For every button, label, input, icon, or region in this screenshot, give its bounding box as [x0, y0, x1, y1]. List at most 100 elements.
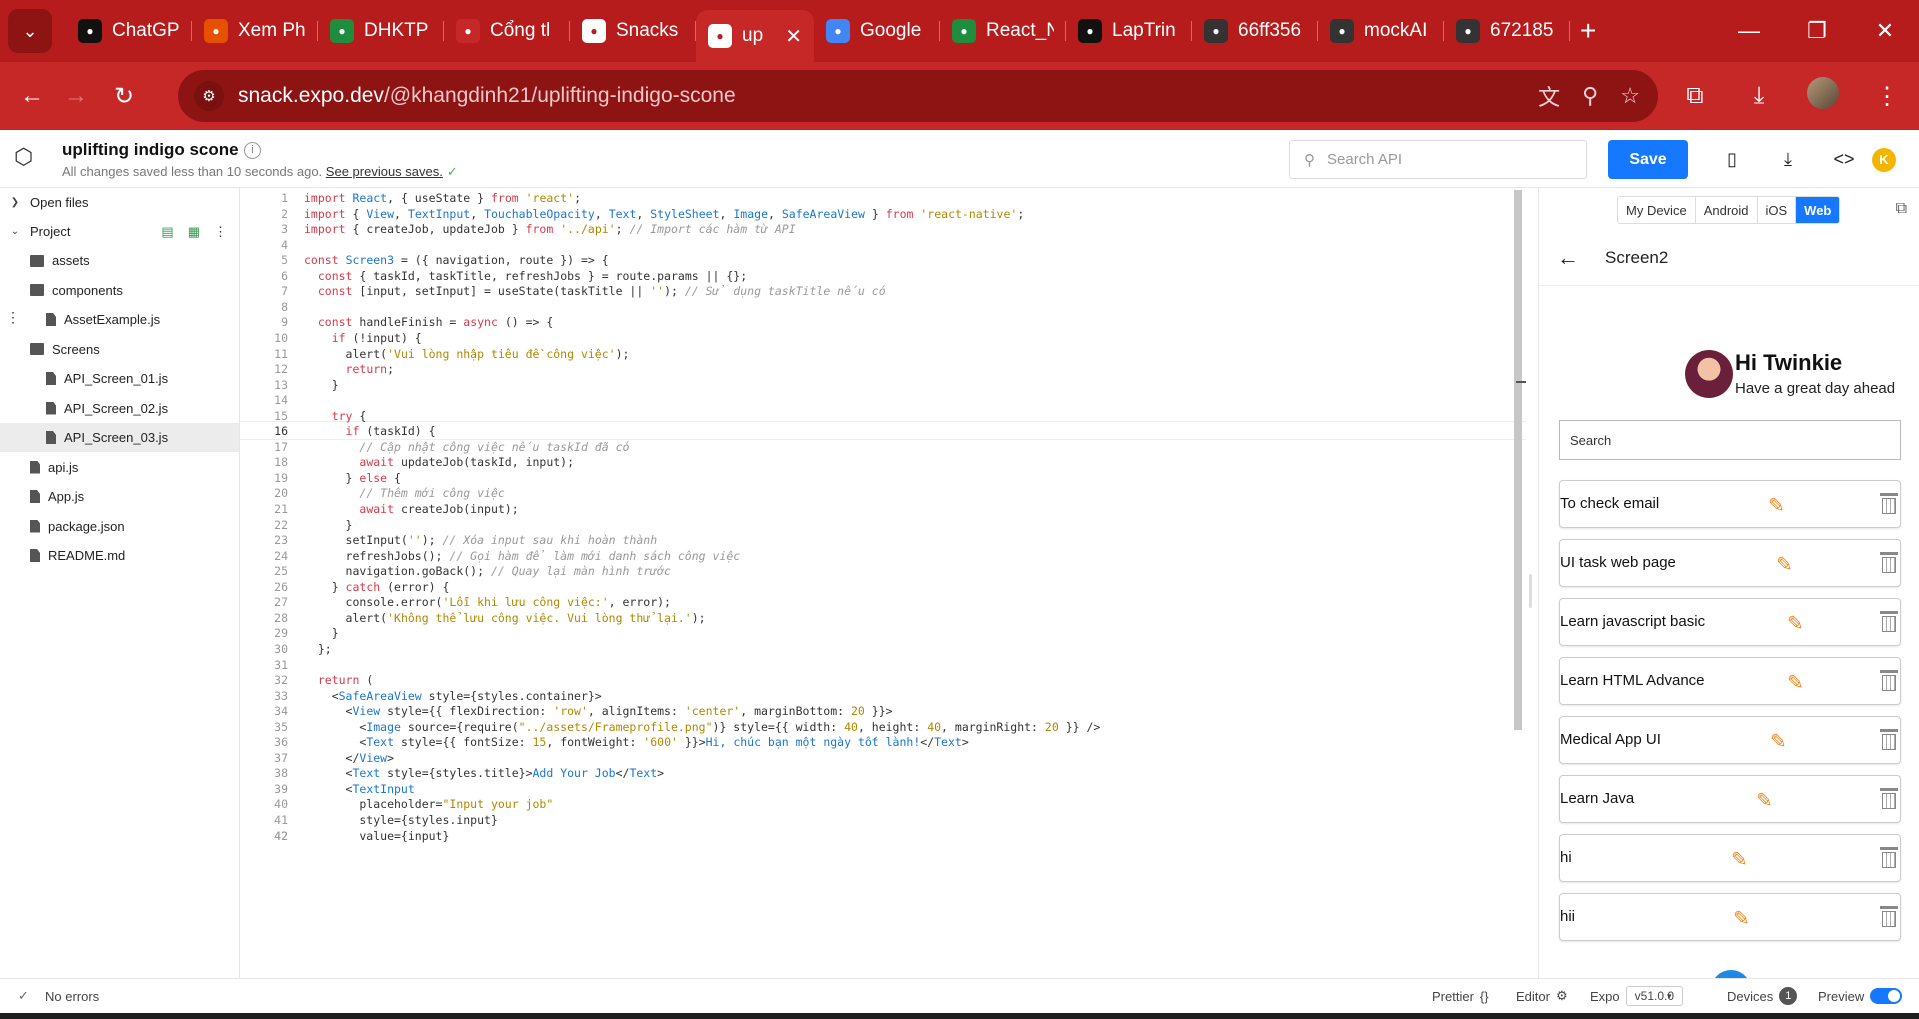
edit-pencil-icon[interactable]: ✎ [1770, 729, 1787, 754]
open-external-icon[interactable]: ⧉ [1896, 200, 1907, 218]
reload-icon[interactable]: ↻ [100, 82, 148, 111]
trash-icon[interactable] [1880, 729, 1898, 751]
edit-pencil-icon[interactable]: ✎ [1787, 611, 1804, 636]
file-item[interactable]: AssetExample.js [0, 305, 239, 334]
previous-saves-link[interactable]: See previous saves. [326, 164, 443, 179]
file-item[interactable]: App.js [0, 482, 239, 511]
device-qr-icon[interactable]: ▯ [1704, 149, 1760, 170]
browser-tab[interactable]: ● LapTrin [1066, 9, 1192, 53]
prettier-toggle[interactable]: Prettier{} [1432, 989, 1489, 1004]
job-item[interactable]: Learn Java ✎ [1559, 775, 1901, 823]
minimize-icon[interactable]: — [1715, 18, 1783, 44]
code-line[interactable]: } [304, 376, 339, 395]
job-item[interactable]: hi ✎ [1559, 834, 1901, 882]
edit-pencil-icon[interactable]: ✎ [1733, 906, 1750, 931]
editor-scrollbar[interactable] [1514, 190, 1522, 730]
code-line[interactable]: alert('Không thể lưu công việc. Vui lòng… [304, 609, 706, 628]
code-area[interactable]: import React, { useState } from 'react';… [304, 188, 1504, 978]
browser-tab[interactable]: ● ChatGP [66, 9, 192, 53]
device-tab[interactable]: Web [1796, 197, 1840, 223]
more-menu-icon[interactable]: ⋮ [1855, 82, 1919, 111]
file-item[interactable]: API_Screen_01.js [0, 364, 239, 393]
pane-resize-handle[interactable] [1529, 574, 1532, 608]
browser-tab[interactable]: ● React_N [940, 9, 1066, 53]
browser-tab[interactable]: ● up ✕ [696, 10, 814, 62]
save-button[interactable]: Save [1608, 140, 1688, 179]
profile-avatar[interactable] [1791, 76, 1855, 116]
file-item[interactable]: API_Screen_02.js [0, 394, 239, 423]
file-item[interactable]: README.md [0, 541, 239, 570]
browser-tab[interactable]: ● Google [814, 9, 940, 53]
new-tab-button[interactable]: + [1580, 15, 1596, 47]
zoom-icon[interactable]: ⚲ [1582, 83, 1598, 109]
download-icon[interactable]: ⤓ [1727, 82, 1791, 110]
edit-pencil-icon[interactable]: ✎ [1768, 493, 1785, 518]
job-item[interactable]: Medical App UI ✎ [1559, 716, 1901, 764]
forward-arrow-icon[interactable]: → [52, 82, 100, 110]
devices-button[interactable]: Devices 1 [1727, 987, 1798, 1005]
code-line[interactable]: <Text style={{ fontSize: 15, fontWeight:… [304, 733, 968, 752]
extensions-icon[interactable]: ⧉ [1663, 82, 1727, 110]
code-line[interactable]: value={input} [304, 827, 449, 846]
project-title[interactable]: uplifting indigo scone [62, 140, 239, 160]
project-section[interactable]: ⌄ Project ▤ ▦ ⋮ [0, 217, 239, 246]
browser-tab[interactable]: ● Xem Ph [192, 9, 318, 53]
bookmark-star-icon[interactable]: ☆ [1620, 83, 1640, 109]
back-arrow-icon[interactable]: ← [1557, 245, 1579, 271]
browser-tab[interactable]: ● Snacks [570, 9, 696, 53]
browser-tab[interactable]: ● 66ff356 [1192, 9, 1318, 53]
code-line[interactable]: }; [304, 640, 332, 659]
browser-tab[interactable]: ● Cổng tl [444, 9, 570, 53]
address-bar[interactable]: ⚙ snack.expo.dev/@khangdinh21/uplifting-… [178, 70, 1658, 122]
close-window-icon[interactable]: ✕ [1851, 18, 1919, 44]
close-tab-icon[interactable]: ✕ [785, 24, 802, 49]
file-item[interactable]: package.json [0, 512, 239, 541]
folder-item[interactable]: Screens [0, 335, 239, 364]
code-line[interactable]: const [input, setInput] = useState(taskT… [304, 282, 886, 301]
search-api-input[interactable]: ⚲ Search API [1289, 140, 1587, 179]
device-tab[interactable]: My Device [1618, 197, 1696, 223]
info-icon[interactable]: i [244, 142, 261, 159]
editor-settings[interactable]: Editor ⚙ [1516, 988, 1568, 1004]
more-options-icon[interactable]: ⋮ [214, 224, 227, 240]
error-status[interactable]: No errors [45, 989, 99, 1004]
code-editor[interactable]: 1 2 3 4 5 6 7 8 9 10 11 12 13 14 15 16 17 18 19 20 21 22 23 24 2… [240, 188, 1526, 978]
expo-sdk-selector[interactable]: Expo v51.0.0 ▾ [1590, 986, 1684, 1006]
preview-toggle[interactable]: Preview [1818, 988, 1903, 1004]
browser-tab[interactable]: ● 672185 [1444, 9, 1570, 53]
edit-pencil-icon[interactable]: ✎ [1787, 670, 1804, 695]
device-tab[interactable]: iOS [1758, 197, 1797, 223]
trash-icon[interactable] [1880, 493, 1898, 515]
trash-icon[interactable] [1880, 847, 1898, 869]
site-info-icon[interactable]: ⚙ [194, 81, 224, 111]
edit-pencil-icon[interactable]: ✎ [1776, 552, 1793, 577]
job-item[interactable]: Learn HTML Advance ✎ [1559, 657, 1901, 705]
browser-tab[interactable]: ● mockAI [1318, 9, 1444, 53]
device-tab[interactable]: Android [1696, 197, 1758, 223]
translate-icon[interactable]: 文 [1538, 80, 1560, 112]
folder-item[interactable]: assets [0, 246, 239, 275]
trash-icon[interactable] [1880, 552, 1898, 574]
embed-code-icon[interactable]: <> [1816, 149, 1872, 170]
job-item[interactable]: Learn javascript basic ✎ [1559, 598, 1901, 646]
trash-icon[interactable] [1880, 611, 1898, 633]
job-item[interactable]: hii ✎ [1559, 893, 1901, 941]
file-item[interactable]: api.js [0, 453, 239, 482]
back-arrow-icon[interactable]: ← [8, 82, 56, 110]
job-item[interactable]: UI task web page ✎ [1559, 539, 1901, 587]
trash-icon[interactable] [1880, 906, 1898, 928]
edit-pencil-icon[interactable]: ✎ [1756, 788, 1773, 813]
job-search-input[interactable]: Search [1559, 420, 1901, 460]
folder-item[interactable]: components [0, 276, 239, 305]
snack-logo-icon[interactable]: ⬡ [14, 144, 42, 172]
trash-icon[interactable] [1880, 670, 1898, 692]
trash-icon[interactable] [1880, 788, 1898, 810]
code-line[interactable]: import { createJob, updateJob } from '..… [304, 220, 796, 239]
download-project-icon[interactable]: ⤓ [1760, 149, 1816, 170]
browser-tab[interactable]: ● DHKTP [318, 9, 444, 53]
tab-search-button[interactable]: ⌄ [8, 9, 52, 53]
new-folder-icon[interactable]: ▦ [188, 224, 200, 240]
new-file-icon[interactable]: ▤ [161, 224, 173, 240]
restore-icon[interactable]: ❐ [1783, 18, 1851, 44]
file-item[interactable]: API_Screen_03.js [0, 423, 239, 452]
